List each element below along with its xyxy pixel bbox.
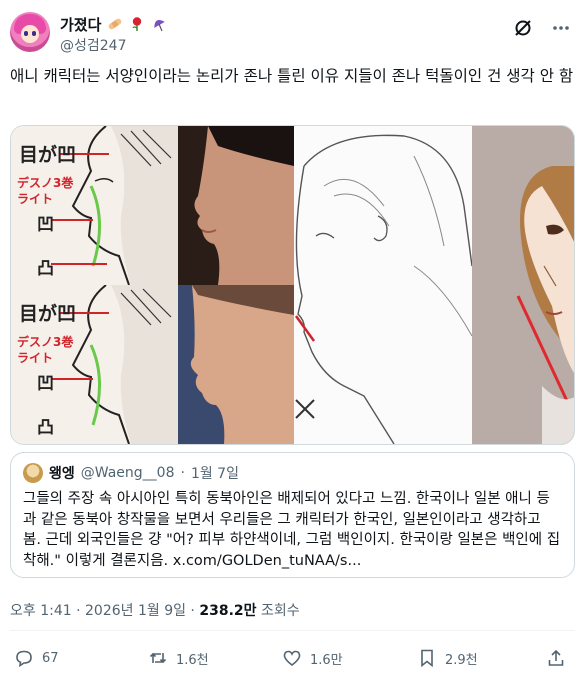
label-eyes-recessed: 目が凹 xyxy=(19,303,77,325)
quoted-handle: @Waeng__08 xyxy=(80,465,175,481)
tweet-timestamp[interactable]: 오후 1:41 · 2026년 1월 9일 · 238.2만 조회수 xyxy=(10,600,300,620)
media-image-comparison[interactable]: 目が凹 デスノ3巻 ライト 凹 凸 目が凹 デスノ3巻 ライト 凹 凸 xyxy=(11,126,294,444)
bandage-icon xyxy=(107,16,123,32)
photo-profile-bottom xyxy=(178,285,294,444)
grok-icon[interactable] xyxy=(513,18,533,42)
media-grid[interactable]: 目が凹 デスノ3巻 ライト 凹 凸 目が凹 デスノ3巻 ライト 凹 凸 xyxy=(10,125,575,445)
label-concave: 凹 xyxy=(37,374,54,394)
display-name[interactable]: 가졌다 xyxy=(60,14,101,35)
retweet-icon xyxy=(149,652,167,664)
quoted-text: 그들의 주장 속 아시아인 특히 동북아인은 배제되어 있다고 느낌. 한국이나… xyxy=(23,491,561,569)
label-light: ライト xyxy=(17,351,54,365)
divider xyxy=(10,630,575,631)
quoted-tweet[interactable]: 왱엥 @Waeng__08 · 1월 7일 그들의 주장 속 아시아인 특히 동… xyxy=(10,452,575,578)
umbrella-icon xyxy=(151,16,167,32)
label-eyes-recessed: 目が凹 xyxy=(19,144,77,166)
reply-count: 67 xyxy=(42,650,59,666)
manga-panel-bottom: 目が凹 デスノ3巻 ライト 凹 凸 xyxy=(11,284,178,444)
bookmark-icon xyxy=(421,649,433,668)
media-image-anime[interactable] xyxy=(472,126,574,444)
photo-profile-top xyxy=(178,126,294,285)
label-deathnote-vol3: デスノ3巻 xyxy=(17,335,74,349)
bookmark-button[interactable]: 2.9천 xyxy=(417,648,478,668)
like-button[interactable]: 1.6만 xyxy=(282,648,343,668)
tweet-text: 애니 캐릭터는 서양인이라는 논리가 존나 틀린 이유 지들이 존나 턱돌이인 … xyxy=(10,67,574,85)
heart-icon xyxy=(283,650,301,667)
avatar[interactable] xyxy=(10,12,50,52)
author-handle[interactable]: @성검247 xyxy=(60,35,126,55)
quoted-separator: · xyxy=(180,465,185,481)
bookmark-count: 2.9천 xyxy=(445,652,478,668)
more-options-icon[interactable] xyxy=(551,18,571,42)
share-button[interactable] xyxy=(546,648,566,668)
post-time[interactable]: 오후 1:41 · 2026년 1월 9일 · xyxy=(10,603,199,619)
action-bar: 67 1.6천 1.6만 2.9천 xyxy=(14,648,570,674)
quoted-display-name: 왱엥 xyxy=(49,466,75,482)
reply-button[interactable]: 67 xyxy=(14,648,59,668)
reply-icon xyxy=(16,650,32,668)
media-image-sketch[interactable] xyxy=(294,126,472,444)
label-convex: 凸 xyxy=(37,259,54,279)
label-light: ライト xyxy=(17,192,54,206)
manga-panel-top: 目が凹 デスノ3巻 ライト 凹 凸 xyxy=(11,126,178,286)
label-convex: 凸 xyxy=(37,418,54,438)
view-count: 238.2만 xyxy=(199,603,257,619)
share-icon xyxy=(548,649,564,666)
retweet-button[interactable]: 1.6천 xyxy=(148,648,209,668)
author-name-row[interactable]: 가졌다 xyxy=(60,14,167,34)
label-deathnote-vol3: デスノ3巻 xyxy=(17,176,74,190)
view-label: 조회수 xyxy=(256,603,300,619)
retweet-count: 1.6천 xyxy=(176,652,209,668)
tweet-header: 가졌다 @성검247 xyxy=(10,8,575,54)
like-count: 1.6만 xyxy=(310,652,343,668)
rose-icon xyxy=(129,16,145,32)
label-concave: 凹 xyxy=(37,215,54,235)
quoted-tweet-header: 왱엥 @Waeng__08 · 1월 7일 xyxy=(23,463,239,483)
quoted-date: 1월 7일 xyxy=(190,466,239,482)
quoted-avatar xyxy=(23,463,43,483)
